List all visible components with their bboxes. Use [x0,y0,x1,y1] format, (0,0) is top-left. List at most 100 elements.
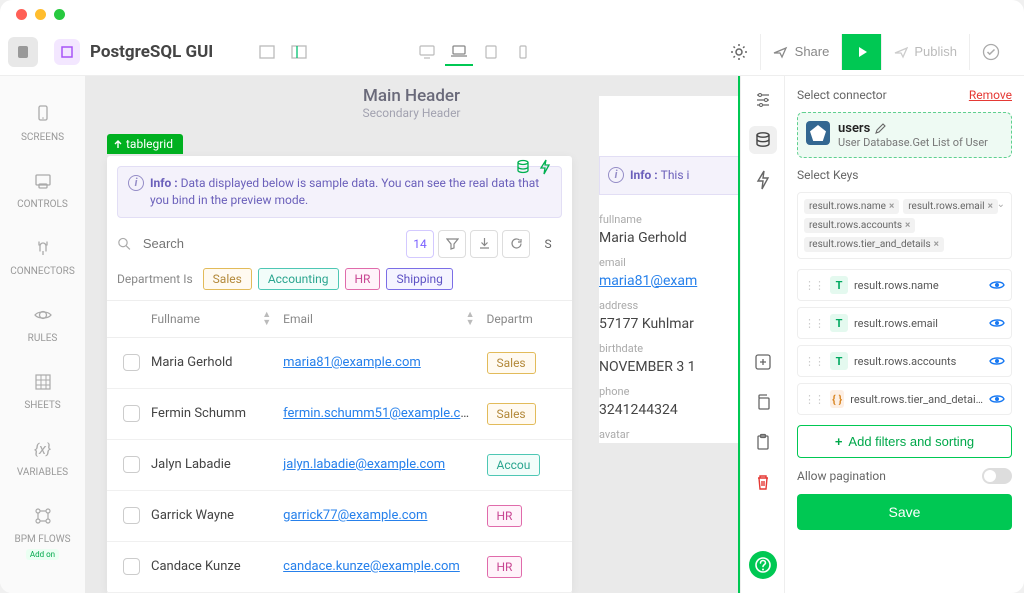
drag-handle-icon[interactable]: ⋮⋮ [804,393,824,406]
nav-connectors[interactable]: CONNECTORS [0,228,85,283]
key-card[interactable]: ⋮⋮ T result.rows.email [797,307,1012,339]
connector-box[interactable]: users User Database.Get List of User [797,112,1012,158]
remove-key-icon[interactable]: × [905,220,910,231]
nav-screens[interactable]: SCREENS [0,94,85,149]
visibility-icon[interactable] [989,279,1005,291]
tablegrid-badge: tablegrid [107,134,183,154]
tablegrid-control[interactable]: tablegrid i Info : Data displayed below … [107,156,572,593]
col-department[interactable]: Departm [481,312,573,326]
nav-variables[interactable]: {x} VARIABLES [0,429,85,484]
device-tablet-icon[interactable] [477,38,505,66]
remove-connector[interactable]: Remove [969,88,1012,102]
side-database[interactable] [749,126,777,154]
pagination-toggle[interactable] [982,468,1012,484]
detail-phone-value: 3241244324 [599,402,739,418]
row-checkbox[interactable] [123,456,140,473]
connector-sub: User Database.Get List of User [838,136,988,149]
key-card[interactable]: ⋮⋮ T result.rows.name [797,269,1012,301]
device-desktop-icon[interactable] [413,38,441,66]
row-count[interactable]: 14 [406,230,434,258]
table-row[interactable]: Candace Kunze candace.kunze@example.com … [107,542,572,593]
visibility-icon[interactable] [989,355,1005,367]
device-laptop-icon[interactable] [445,38,473,66]
key-tag[interactable]: result.rows.accounts × [804,218,915,233]
type-icon: T [830,276,848,294]
settings-button[interactable] [718,34,760,70]
key-card[interactable]: ⋮⋮ T result.rows.accounts [797,345,1012,377]
search-input[interactable] [139,230,402,257]
layout-single-icon[interactable] [253,38,281,66]
drag-handle-icon[interactable]: ⋮⋮ [804,279,824,292]
side-add[interactable] [749,348,777,376]
key-card[interactable]: ⋮⋮ { } result.rows.tier_and_detai… [797,383,1012,415]
row-checkbox[interactable] [123,405,140,422]
layout-split-icon[interactable] [285,38,313,66]
detail-email-value[interactable]: maria81@exam [599,273,697,289]
download-button[interactable] [470,230,498,258]
filter-chip-sales[interactable]: Sales [203,268,252,290]
edit-icon[interactable] [874,123,886,135]
refresh-button[interactable] [502,230,530,258]
device-phone-icon[interactable] [509,38,537,66]
row-checkbox[interactable] [123,507,140,524]
col-email[interactable]: Email▲▼ [277,311,480,327]
drag-handle-icon[interactable]: ⋮⋮ [804,317,824,330]
email-link[interactable]: garrick77@example.com [283,508,427,523]
select-connector-label: Select connector [797,88,887,102]
col-fullname[interactable]: Fullname▲▼ [145,311,277,327]
table-row[interactable]: Fermin Schumm fermin.schumm51@example.co… [107,389,572,440]
side-copy[interactable] [749,388,777,416]
nav-controls[interactable]: CONTROLS [0,161,85,216]
window-zoom-dot[interactable] [54,9,65,20]
email-link[interactable]: maria81@example.com [283,355,421,370]
filter-button[interactable] [438,230,466,258]
nav-bpm-flows[interactable]: BPM FLOWS Add on [0,496,85,566]
filter-chip-hr[interactable]: HR [345,268,381,290]
table-row[interactable]: Maria Gerhold maria81@example.com Sales [107,338,572,389]
table-row[interactable]: Garrick Wayne garrick77@example.com HR [107,491,572,542]
email-link[interactable]: jalyn.labadie@example.com [283,457,445,472]
side-delete[interactable] [749,468,777,496]
table-row[interactable]: Jalyn Labadie jalyn.labadie@example.com … [107,440,572,491]
drag-handle-icon[interactable]: ⋮⋮ [804,355,824,368]
window-close-dot[interactable] [16,9,27,20]
key-tag[interactable]: result.rows.name × [804,199,899,214]
add-filters-button[interactable]: + Add filters and sorting [797,425,1012,458]
email-link[interactable]: fermin.schumm51@example.co… [283,406,476,421]
remove-key-icon[interactable]: × [934,239,939,250]
side-clipboard[interactable] [749,428,777,456]
window-minimize-dot[interactable] [35,9,46,20]
key-tag[interactable]: result.rows.tier_and_details × [804,237,944,252]
visibility-icon[interactable] [989,317,1005,329]
share-button[interactable]: Share [760,34,842,70]
preview-button[interactable] [841,34,881,70]
visibility-icon[interactable] [989,393,1005,405]
email-link[interactable]: candace.kunze@example.com [283,559,460,574]
side-sliders[interactable] [749,86,777,114]
keys-multiselect[interactable]: ⌄ result.rows.name ×result.rows.email ×r… [797,192,1012,259]
filter-chip-shipping[interactable]: Shipping [386,268,452,290]
side-bolt[interactable] [749,166,777,194]
nav-rules[interactable]: RULES [0,295,85,350]
row-checkbox[interactable] [123,354,140,371]
sort-icon: ▲▼ [466,311,475,327]
bolt-icon [537,159,553,175]
save-button[interactable]: Save [797,494,1012,530]
remove-key-icon[interactable]: × [988,201,993,212]
publish-button[interactable]: Publish [881,34,969,70]
cell-fullname: Maria Gerhold [145,355,277,370]
cell-department: Sales [481,403,573,425]
cell-department: Sales [481,352,573,374]
side-help[interactable] [749,551,777,579]
cell-department: HR [481,505,573,527]
row-checkbox[interactable] [123,558,140,575]
nav-sheets[interactable]: SHEETS [0,362,85,417]
filter-chip-accounting[interactable]: Accounting [258,268,339,290]
check-button[interactable] [969,34,1012,70]
s-button[interactable]: S [534,230,562,258]
cell-fullname: Garrick Wayne [145,508,277,523]
key-tag[interactable]: result.rows.email × [903,199,998,214]
remove-key-icon[interactable]: × [889,201,894,212]
controls-icon [29,167,57,195]
connector-name: users [838,121,870,136]
